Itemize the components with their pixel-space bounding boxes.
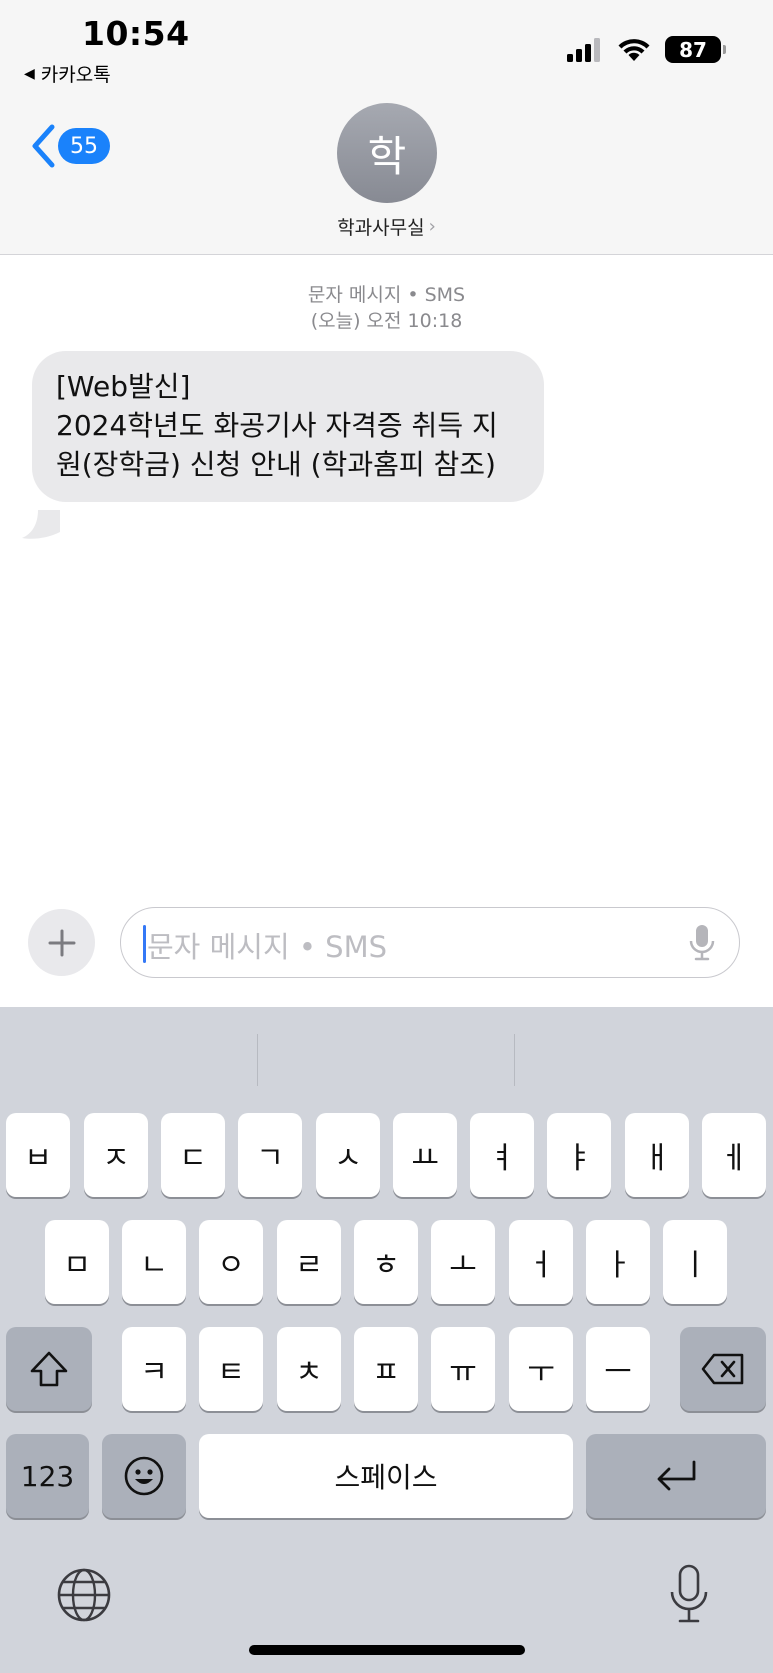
numbers-key[interactable]: 123: [6, 1434, 89, 1518]
text-caret: [143, 925, 146, 963]
message-meta: 문자 메시지 • SMS (오늘) 오전 10:18: [0, 282, 773, 334]
key[interactable]: ㅓ: [509, 1220, 573, 1304]
message-type-label: 문자 메시지 • SMS: [307, 284, 466, 306]
emoji-icon: [124, 1456, 164, 1496]
key[interactable]: ㄱ: [238, 1113, 302, 1197]
key[interactable]: ㅑ: [547, 1113, 611, 1197]
message-body: 2024학년도 화공기사 자격증 취득 지원(장학금) 신청 안내 (학과홈피 …: [56, 409, 498, 481]
key[interactable]: ㅍ: [354, 1327, 418, 1411]
key[interactable]: ㅈ: [84, 1113, 148, 1197]
return-icon: [657, 1460, 696, 1491]
shift-key[interactable]: [6, 1327, 92, 1411]
plus-icon: [48, 929, 75, 956]
key[interactable]: ㅡ: [586, 1327, 650, 1411]
unread-count-badge: 55: [58, 128, 110, 164]
key[interactable]: ㅊ: [277, 1327, 341, 1411]
messages-screen: 10:54 ◀ 카카오톡 87 55 학 학과사무실 › 문자 메시지 • SM…: [0, 0, 773, 1673]
key[interactable]: ㅅ: [316, 1113, 380, 1197]
cellular-signal-icon: [567, 37, 600, 62]
key[interactable]: ㅎ: [354, 1220, 418, 1304]
key[interactable]: ㅜ: [509, 1327, 573, 1411]
status-icons: 87: [567, 36, 726, 63]
message-timestamp: (오늘) 오전 10:18: [310, 310, 463, 332]
chevron-left-icon: [32, 124, 55, 168]
dictation-mic-icon[interactable]: [689, 924, 715, 962]
contact-name-button[interactable]: 학과사무실 ›: [0, 213, 773, 240]
conversation-header: 10:54 ◀ 카카오톡 87 55 학 학과사무실 ›: [0, 0, 773, 255]
key[interactable]: ㅐ: [625, 1113, 689, 1197]
return-key[interactable]: [586, 1434, 766, 1518]
battery-icon: 87: [665, 36, 726, 63]
key[interactable]: ㅏ: [586, 1220, 650, 1304]
key[interactable]: ㅣ: [663, 1220, 727, 1304]
add-attachment-button[interactable]: [28, 909, 95, 976]
key[interactable]: ㅋ: [122, 1327, 186, 1411]
backspace-icon: [701, 1353, 744, 1385]
back-app-label: 카카오톡: [40, 64, 111, 86]
message-input-placeholder: 문자 메시지 • SMS: [147, 930, 387, 964]
back-triangle-icon: ◀: [24, 65, 35, 82]
key[interactable]: ㄴ: [122, 1220, 186, 1304]
key[interactable]: ㄷ: [161, 1113, 225, 1197]
key[interactable]: ㅛ: [393, 1113, 457, 1197]
prediction-divider: [257, 1034, 258, 1086]
key[interactable]: ㅔ: [702, 1113, 766, 1197]
back-to-app-link[interactable]: ◀ 카카오톡: [24, 60, 111, 87]
dictation-mic-icon[interactable]: [668, 1564, 710, 1624]
wifi-icon: [618, 39, 650, 61]
received-message-bubble[interactable]: [Web발신] 2024학년도 화공기사 자격증 취득 지원(장학금) 신청 안…: [32, 351, 544, 502]
key[interactable]: ㅂ: [6, 1113, 70, 1197]
message-line: [Web발신]: [56, 370, 191, 403]
globe-icon[interactable]: [56, 1567, 112, 1623]
key[interactable]: ㅕ: [470, 1113, 534, 1197]
key[interactable]: ㅌ: [199, 1327, 263, 1411]
status-time: 10:54: [82, 14, 190, 53]
keyboard: ㅂ ㅈ ㄷ ㄱ ㅅ ㅛ ㅕ ㅑ ㅐ ㅔ ㅁ ㄴ ㅇ ㄹ ㅎ ㅗ ㅓ ㅏ ㅣ ㅋ …: [0, 1007, 773, 1673]
battery-level: 87: [679, 37, 707, 62]
key[interactable]: ㅗ: [431, 1220, 495, 1304]
bubble-tail: [22, 510, 60, 539]
key[interactable]: ㅇ: [199, 1220, 263, 1304]
back-button[interactable]: 55: [30, 124, 110, 168]
key[interactable]: ㅁ: [45, 1220, 109, 1304]
chevron-right-icon: ›: [428, 216, 436, 237]
space-key[interactable]: 스페이스: [199, 1434, 573, 1518]
key[interactable]: ㅠ: [431, 1327, 495, 1411]
contact-avatar[interactable]: 학: [337, 103, 437, 203]
key[interactable]: ㄹ: [277, 1220, 341, 1304]
emoji-key[interactable]: [102, 1434, 186, 1518]
shift-icon: [30, 1351, 68, 1387]
prediction-divider: [514, 1034, 515, 1086]
home-indicator: [249, 1645, 525, 1655]
message-input[interactable]: 문자 메시지 • SMS: [120, 907, 740, 978]
delete-key[interactable]: [680, 1327, 766, 1411]
contact-name: 학과사무실: [337, 217, 425, 239]
